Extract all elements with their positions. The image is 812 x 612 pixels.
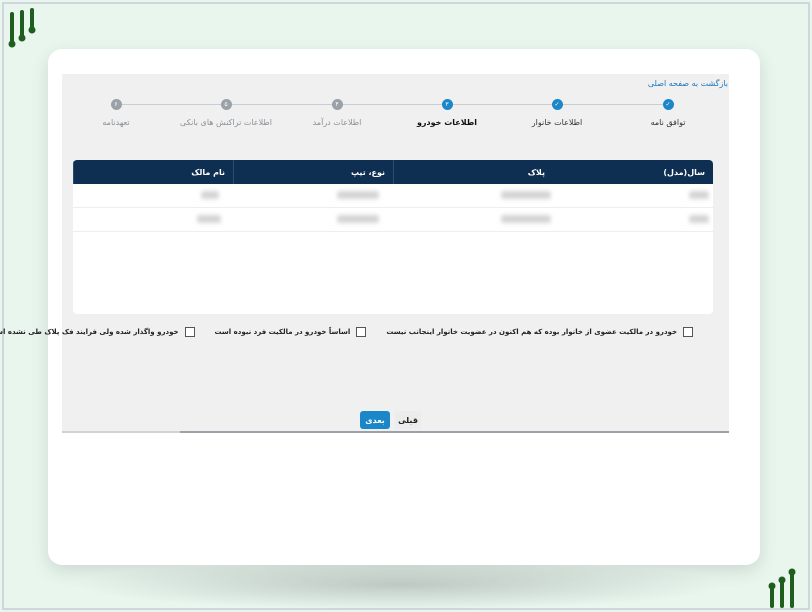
checkbox[interactable] <box>683 327 693 337</box>
step-label: اطلاعات خانوار <box>531 118 583 127</box>
redacted-value <box>501 191 551 199</box>
step-number: ۶ <box>110 99 122 110</box>
table-header: نام مالک نوع، تیپ پلاک سال(مدل) <box>73 160 713 184</box>
checkbox[interactable] <box>184 327 195 337</box>
step-label: اطلاعات درآمد <box>312 118 362 127</box>
column-model-year: سال(مدل) <box>663 168 705 177</box>
step-label: اطلاعات خودرو <box>416 118 478 127</box>
step-vehicle[interactable]: ۳ اطلاعات خودرو <box>387 99 507 127</box>
redacted-value <box>201 191 219 199</box>
redacted-value <box>197 215 221 223</box>
option-label: اساساً خودرو در مالکیت فرد نبوده است <box>214 328 351 336</box>
column-owner-name: نام مالک <box>73 160 233 184</box>
option-label: خودرو واگذار شده ولی فرایند فک پلاک طی ن… <box>0 328 179 336</box>
brand-logo-footer <box>768 568 796 608</box>
option-transferred-plate-not-released[interactable]: خودرو واگذار شده ولی فرایند فک پلاک طی ن… <box>0 327 195 337</box>
check-icon: ✓ <box>551 99 563 110</box>
step-bank-transactions[interactable]: ۵ اطلاعات تراکنش های بانکی <box>166 99 286 127</box>
table-row[interactable] <box>73 184 713 208</box>
redacted-value <box>501 215 551 223</box>
step-agreement[interactable]: ✓ توافق نامه <box>608 99 728 127</box>
vehicle-status-options: خودرو در مالکیت عضوی از خانوار بوده که ه… <box>0 327 693 337</box>
step-household[interactable]: ✓ اطلاعات خانوار <box>497 99 617 127</box>
option-never-owned[interactable]: اساساً خودرو در مالکیت فرد نبوده است <box>215 327 367 337</box>
step-label: توافق نامه <box>650 118 686 127</box>
redacted-value <box>337 191 379 199</box>
card-shadow <box>70 560 730 610</box>
brand-logo <box>8 8 36 48</box>
back-to-home-link[interactable]: بازگشت به صفحه اصلی <box>648 79 728 88</box>
step-number: ۴ <box>331 99 343 110</box>
check-icon: ✓ <box>662 99 674 110</box>
vehicles-table: نام مالک نوع، تیپ پلاک سال(مدل) <box>73 160 713 314</box>
panel-divider-accent <box>62 431 180 433</box>
option-former-member-vehicle[interactable]: خودرو در مالکیت عضوی از خانوار بوده که ه… <box>386 327 693 337</box>
step-commitment[interactable]: ۶ تعهدنامه <box>56 99 176 127</box>
step-label: اطلاعات تراکنش های بانکی <box>180 118 272 127</box>
previous-button[interactable]: قبلی <box>395 411 421 429</box>
step-number: ۵ <box>220 99 232 110</box>
step-label: تعهدنامه <box>102 118 130 127</box>
step-number: ۳ <box>441 99 453 110</box>
column-plate: پلاک <box>393 160 553 184</box>
next-button[interactable]: بعدی <box>360 411 390 429</box>
column-type: نوع، تیپ <box>233 160 393 184</box>
redacted-value <box>689 191 709 199</box>
option-label: خودرو در مالکیت عضوی از خانوار بوده که ه… <box>386 328 677 336</box>
checkbox[interactable] <box>356 327 367 337</box>
redacted-value <box>689 215 709 223</box>
step-income[interactable]: ۴ اطلاعات درآمد <box>277 99 397 127</box>
redacted-value <box>337 215 379 223</box>
table-row[interactable] <box>73 208 713 232</box>
